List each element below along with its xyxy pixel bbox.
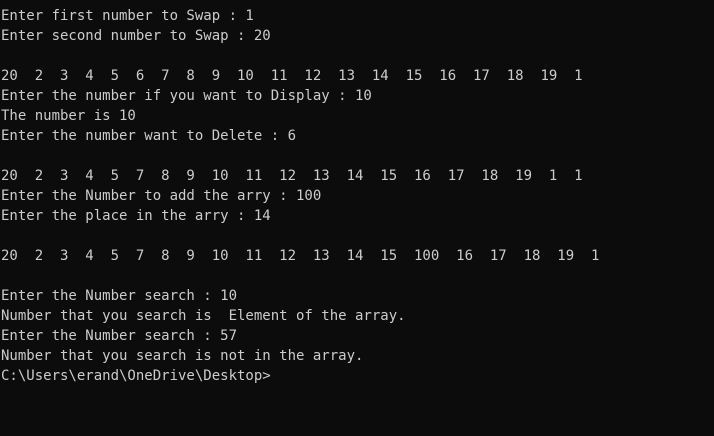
output-line: Enter the Number to add the arry : 100 <box>1 188 322 204</box>
output-line: Enter the Number search : 57 <box>1 328 238 344</box>
output-line: Enter the place in the arry : 14 <box>1 208 271 224</box>
output-line: Enter the number if you want to Display … <box>1 88 372 104</box>
output-line: Number that you search is not in the arr… <box>1 348 364 364</box>
array-output-line: 20 2 3 4 5 7 8 9 10 11 12 13 14 15 100 1… <box>1 248 600 264</box>
output-line: Enter second number to Swap : 20 <box>1 28 271 44</box>
output-line: Enter first number to Swap : 1 <box>1 8 254 24</box>
command-prompt[interactable]: C:\Users\erand\OneDrive\Desktop> <box>1 366 714 386</box>
console-output[interactable]: Enter first number to Swap : 1 Enter sec… <box>0 0 714 436</box>
output-line: Number that you search is Element of the… <box>1 308 406 324</box>
array-output-line: 20 2 3 4 5 6 7 8 9 10 11 12 13 14 15 16 … <box>1 68 583 84</box>
output-line: Enter the number want to Delete : 6 <box>1 128 297 144</box>
output-line: Enter the Number search : 10 <box>1 288 238 304</box>
array-output-line: 20 2 3 4 5 7 8 9 10 11 12 13 14 15 16 17… <box>1 168 583 184</box>
output-line: The number is 10 <box>1 108 136 124</box>
